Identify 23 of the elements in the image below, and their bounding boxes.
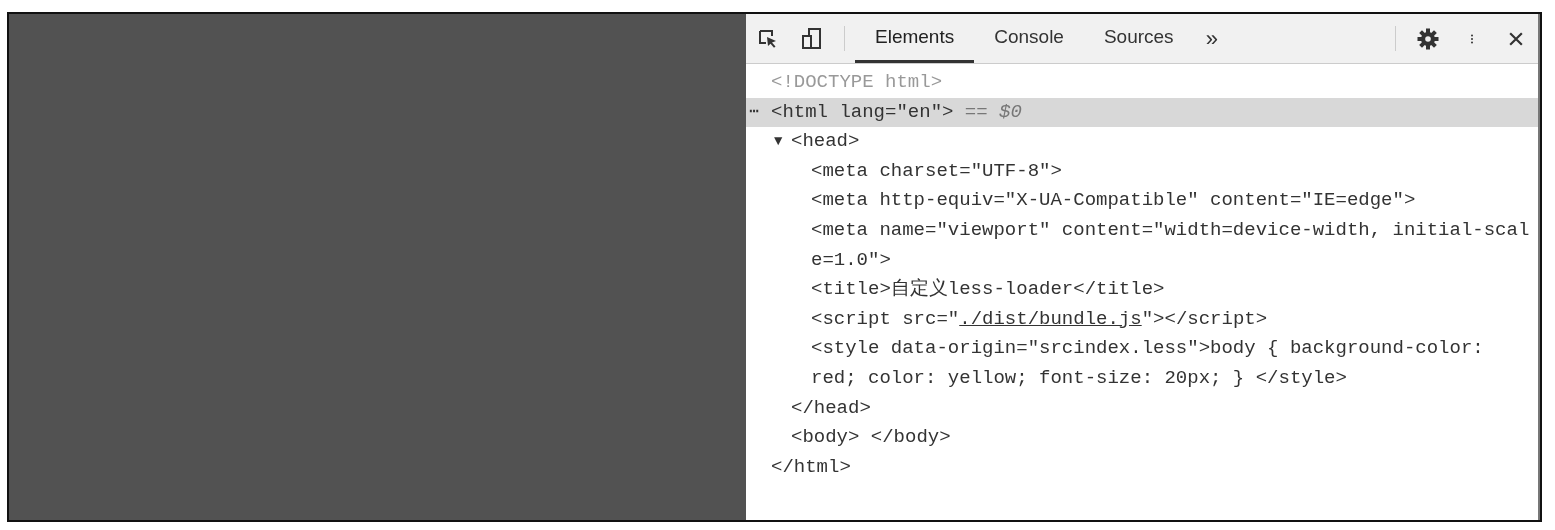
panel-tab[interactable]: Console: [974, 14, 1084, 63]
dom-node[interactable]: <head>: [791, 127, 860, 157]
link[interactable]: ./dist/bundle.js: [959, 307, 1142, 330]
dom-node[interactable]: </html>: [771, 452, 851, 483]
device-icon[interactable]: [800, 26, 824, 51]
node-reference: == $0: [964, 100, 1022, 123]
settings-icon[interactable]: [1416, 26, 1440, 51]
dom-node[interactable]: </head>: [791, 393, 871, 424]
panel-tab[interactable]: Sources: [1083, 14, 1194, 63]
dom-node[interactable]: <title>自定义less-loader</title>: [811, 275, 1165, 305]
dom-node[interactable]: <body> </body>: [791, 423, 951, 453]
dom-node[interactable]: <meta http-equiv="X-UA-Compatible" content="IE=edge">: [811, 186, 1416, 216]
dom-node[interactable]: <meta name="viewport" content="width=device-width, initial-scal: [811, 215, 1530, 246]
dom-node[interactable]: <script src="./dist/bundle.js"></script>: [811, 304, 1268, 335]
panel-tab[interactable]: Elements: [855, 14, 975, 63]
dom-node[interactable]: <html lang="en">: [771, 97, 954, 128]
expand-arrow[interactable]: ▼: [774, 127, 783, 157]
dom-node[interactable]: <meta charset="UTF-8">: [811, 156, 1062, 187]
more-icon[interactable]: ⋯: [749, 97, 759, 128]
dom-node[interactable]: red; color: yellow; font-size: 20px; } </style>: [811, 363, 1347, 394]
dom-node[interactable]: e=1.0">: [811, 245, 891, 276]
more-tabs[interactable]: »: [1193, 14, 1230, 63]
dom-node[interactable]: <style data-origin="srcindex.less">body { background-color:: [811, 334, 1484, 364]
